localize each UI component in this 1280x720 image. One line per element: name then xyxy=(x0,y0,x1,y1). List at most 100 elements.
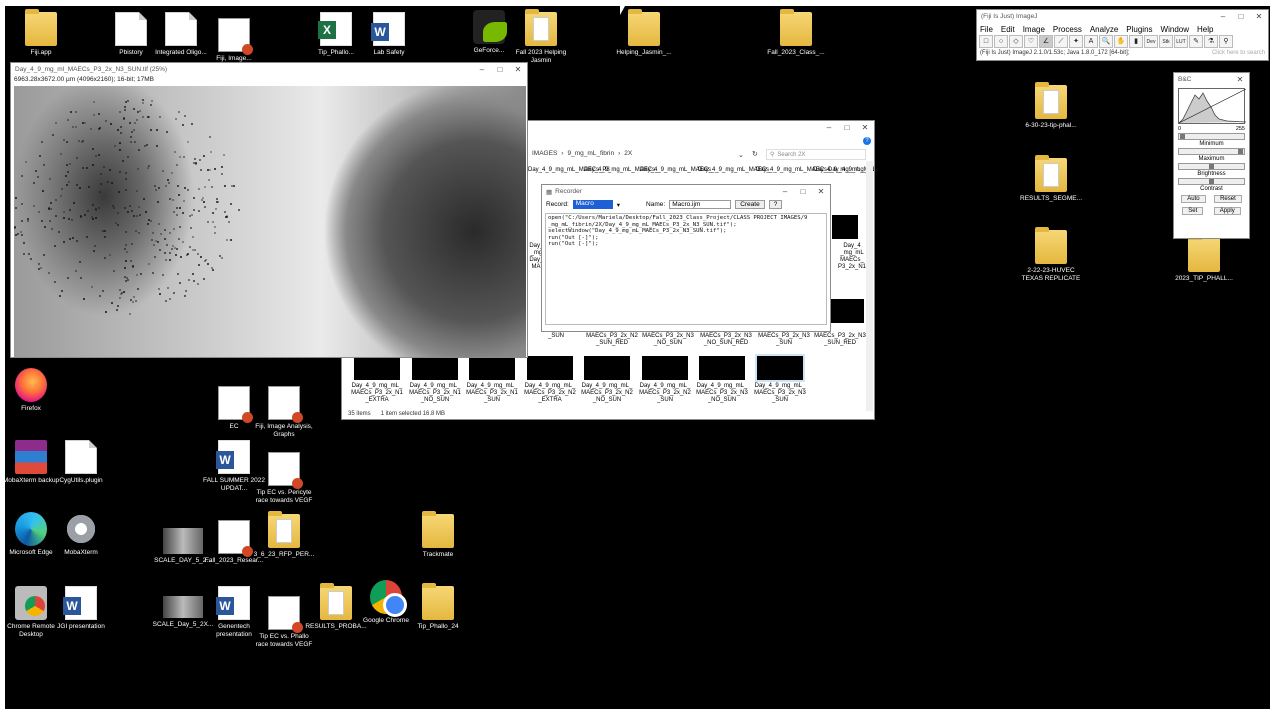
close-icon[interactable]: ✕ xyxy=(812,187,830,196)
help-button[interactable]: ? xyxy=(768,200,783,209)
desktop-icon-helping-jasmin[interactable]: Helping_Jasmin_... xyxy=(613,9,675,57)
tool-text-icon[interactable]: A xyxy=(1084,35,1098,48)
desktop-icon-fall-class[interactable]: Fall_2023_Class_... xyxy=(765,9,827,57)
desktop-icon-mobaxterm[interactable]: MobaXterm xyxy=(50,512,112,557)
close-icon[interactable]: ✕ xyxy=(1250,12,1268,21)
chevron-down-icon[interactable]: ▾ xyxy=(617,201,620,209)
menu-analyze[interactable]: Analyze xyxy=(1090,25,1118,34)
desktop-icon-2-22-23[interactable]: 2-22-23-HUVEC TEXAS REPLICATE xyxy=(1020,227,1082,282)
breadcrumb[interactable]: IMAGES › 9_mg_mL_fibrin › 2X xyxy=(532,150,632,157)
reset-button[interactable]: Reset xyxy=(1214,195,1242,203)
tool-line-icon[interactable]: ⟋ xyxy=(1054,35,1068,48)
file-thumbnail[interactable] xyxy=(755,354,805,382)
refresh-icon[interactable]: ↻ xyxy=(752,150,758,158)
cell-speck xyxy=(221,173,224,176)
desktop-icon-results-segme[interactable]: RESULTS_SEGME... xyxy=(1020,155,1082,203)
menu-plugins[interactable]: Plugins xyxy=(1126,25,1152,34)
desktop-icon-6-30-23[interactable]: 6-30-23-tip-phal... xyxy=(1020,82,1082,130)
cell-speck xyxy=(172,211,175,214)
create-button[interactable]: Create xyxy=(735,200,765,209)
desktop-icon-rfp-per[interactable]: 3_6_23_RFP_PER... xyxy=(253,511,315,559)
tool-rectangle-icon[interactable]: □ xyxy=(979,35,993,48)
scrollbar[interactable] xyxy=(866,161,873,411)
macro-name-field[interactable]: Macro.ijm xyxy=(669,200,732,209)
desktop-icon-tip-ec-pericyte[interactable]: Tip EC vs. Pericyte race towards VEGF xyxy=(253,452,315,504)
desktop-icon-fall-helping[interactable]: Fall 2023 Helping Jasmin xyxy=(510,9,572,64)
desktop-icon-cygutils[interactable]: CygUtils.plugin xyxy=(50,440,112,485)
recorder-titlebar[interactable]: ▦ Recorder – □ ✕ xyxy=(542,185,830,198)
tool-multipoint-icon[interactable]: ✦ xyxy=(1069,35,1083,48)
tool-lut-icon[interactable]: LUT xyxy=(1174,35,1188,48)
tool-zoom-icon[interactable]: 🔍 xyxy=(1099,35,1113,48)
macro-textarea[interactable]: open("C:/Users/Mariela/Desktop/Fall_2023… xyxy=(545,213,827,325)
tool-polygon-icon[interactable]: ◇ xyxy=(1009,35,1023,48)
file-thumbnail[interactable] xyxy=(527,356,573,380)
search-input[interactable]: ⚲ Search 2X xyxy=(766,149,866,160)
desktop-icon-fiji-graphs[interactable]: Fiji, Image Analysis, Graphs xyxy=(253,386,315,438)
brightness-slider[interactable] xyxy=(1178,163,1245,170)
file-thumbnail[interactable] xyxy=(699,356,745,380)
minimize-icon[interactable]: – xyxy=(473,65,491,74)
tool-color-picker-icon[interactable]: ▮ xyxy=(1129,35,1143,48)
desktop-icon-lab-safety[interactable]: W Lab Safety xyxy=(358,12,420,57)
cell-speck xyxy=(134,300,137,303)
file-thumbnail[interactable] xyxy=(412,356,458,380)
breadcrumb-item[interactable]: 2X xyxy=(624,150,632,157)
tool-stack-icon[interactable]: Stk xyxy=(1159,35,1173,48)
tool-pencil-icon[interactable]: ✎ xyxy=(1189,35,1203,48)
close-icon[interactable]: ✕ xyxy=(1231,75,1249,84)
set-button[interactable]: Set xyxy=(1182,207,1204,215)
tool-oval-icon[interactable]: ○ xyxy=(994,35,1008,48)
file-thumbnail[interactable] xyxy=(354,356,400,380)
desktop-icon-2023-tip[interactable]: 2023_TIP_PHALL... xyxy=(1173,235,1235,283)
desktop-icon-trackmate[interactable]: Trackmate xyxy=(407,511,469,559)
maximize-icon[interactable]: □ xyxy=(1232,12,1250,21)
desktop-icon-fiji-app[interactable]: Fiji.app xyxy=(10,9,72,57)
microscopy-image[interactable] xyxy=(14,86,526,357)
maximum-slider[interactable] xyxy=(1178,148,1245,155)
tool-dev-icon[interactable]: Dev xyxy=(1144,35,1158,48)
breadcrumb-item[interactable]: 9_mg_mL_fibrin xyxy=(567,150,614,157)
maximize-icon[interactable]: □ xyxy=(794,187,812,196)
desktop-icon-jgi[interactable]: W JGI presentation xyxy=(50,586,112,631)
chevron-down-icon[interactable]: ⌄ xyxy=(738,151,744,159)
tool-freehand-icon[interactable]: ♡ xyxy=(1024,35,1038,48)
minimum-slider[interactable] xyxy=(1178,133,1245,140)
file-thumbnail[interactable] xyxy=(642,356,688,380)
minimize-icon[interactable]: – xyxy=(820,123,838,132)
apply-button[interactable]: Apply xyxy=(1213,207,1241,215)
contrast-slider[interactable] xyxy=(1178,178,1245,185)
auto-button[interactable]: Auto xyxy=(1181,195,1206,203)
menu-file[interactable]: File xyxy=(980,25,993,34)
minimize-icon[interactable]: – xyxy=(1214,12,1232,21)
minimize-icon[interactable]: – xyxy=(776,187,794,196)
tool-magnifier-icon[interactable]: ⚲ xyxy=(1219,35,1233,48)
cell-speck xyxy=(14,206,17,209)
maximize-icon[interactable]: □ xyxy=(838,123,856,132)
menu-edit[interactable]: Edit xyxy=(1001,25,1015,34)
menu-process[interactable]: Process xyxy=(1053,25,1082,34)
menu-image[interactable]: Image xyxy=(1023,25,1045,34)
tool-flask-icon[interactable]: ⚗ xyxy=(1204,35,1218,48)
tool-angle-icon[interactable]: ∠ xyxy=(1039,35,1053,48)
menu-help[interactable]: Help xyxy=(1197,25,1213,34)
close-icon[interactable]: ✕ xyxy=(856,123,874,132)
file-thumbnail[interactable] xyxy=(832,215,858,239)
desktop-icon-fiji-image-top[interactable]: Fiji, Image... xyxy=(203,18,265,63)
menu-window[interactable]: Window xyxy=(1161,25,1189,34)
desktop-icon-tip-phallo-24[interactable]: Tip_Phallo_24 xyxy=(407,583,469,631)
help-icon[interactable]: ? xyxy=(863,137,871,145)
desktop-icon-firefox[interactable]: Firefox xyxy=(0,368,62,413)
bc-titlebar[interactable]: B&C ✕ xyxy=(1174,73,1249,86)
cell-speck xyxy=(150,99,153,102)
breadcrumb-item[interactable]: IMAGES xyxy=(532,150,557,157)
image-titlebar[interactable]: Day_4_9_mg_ml_MAECs_P3_2x_N3_SUN.tif (25… xyxy=(11,63,527,76)
close-icon[interactable]: ✕ xyxy=(509,65,527,74)
file-thumbnail[interactable] xyxy=(584,356,630,380)
maximize-icon[interactable]: □ xyxy=(491,65,509,74)
record-type-select[interactable]: Macro xyxy=(572,200,613,209)
imagej-titlebar[interactable]: (Fiji Is Just) ImageJ – □ ✕ xyxy=(977,10,1268,23)
imagej-search-hint[interactable]: Click here to search xyxy=(1212,50,1265,56)
tool-hand-icon[interactable]: ✋ xyxy=(1114,35,1128,48)
file-thumbnail[interactable] xyxy=(469,356,515,380)
